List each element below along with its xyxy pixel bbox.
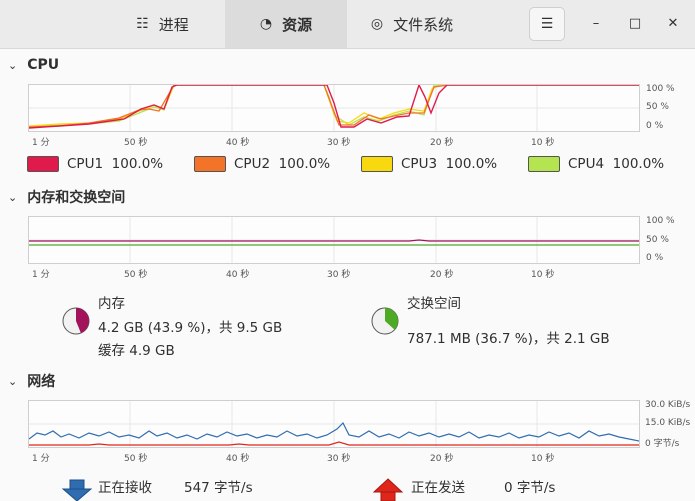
maximize-button[interactable]: □ xyxy=(624,12,646,34)
memory-x-tick: 30 秒 xyxy=(327,270,351,280)
memory-y-tick-0: 0 % xyxy=(646,253,664,263)
memory-x-tick: 20 秒 xyxy=(430,270,454,280)
tab-file-systems[interactable]: ◎ 文件系统 xyxy=(347,0,477,48)
network-title: 网络 xyxy=(27,374,56,390)
memory-graph xyxy=(28,216,640,264)
chevron-down-icon: ⌄ xyxy=(8,58,18,72)
cpu1-color-swatch[interactable] xyxy=(27,156,59,172)
cpu3-name: CPU3 xyxy=(401,156,438,172)
minimize-button[interactable]: – xyxy=(585,12,607,34)
chevron-down-icon: ⌄ xyxy=(8,374,18,388)
tab-processes[interactable]: ☷ 进程 xyxy=(100,0,225,48)
cpu-section-header[interactable]: ⌄ CPU xyxy=(8,57,59,73)
hamburger-icon: ☰ xyxy=(540,16,554,32)
list-icon: ☷ xyxy=(136,16,149,32)
cpu3-legend[interactable]: CPU3 100.0% xyxy=(361,156,497,172)
network-graph-svg xyxy=(28,401,640,447)
memory-graph-svg xyxy=(29,217,639,263)
disk-icon: ◎ xyxy=(370,16,384,32)
speedometer-icon: ◔ xyxy=(259,16,273,32)
cpu-graph xyxy=(28,83,640,132)
header-bar: ☷ 进程 ◔ 资源 ◎ 文件系统 ☰ – □ ✕ xyxy=(0,0,695,49)
network-y-tick-top: 30.0 KiB/s xyxy=(645,400,691,410)
cpu-x-tick: 40 秒 xyxy=(226,138,250,148)
network-y-tick-zero: 0 字节/s xyxy=(645,439,680,449)
cpu-y-tick-50: 50 % xyxy=(646,102,669,112)
receiving-value: 547 字节/s xyxy=(184,480,253,496)
network-x-tick: 50 秒 xyxy=(124,454,148,464)
memory-x-tick: 50 秒 xyxy=(124,270,148,280)
network-x-tick: 30 秒 xyxy=(327,454,351,464)
cpu-graph-svg xyxy=(28,83,639,131)
close-icon: ✕ xyxy=(667,15,679,31)
cpu2-value: 100.0% xyxy=(278,156,331,172)
cpu2-name: CPU2 xyxy=(234,156,271,172)
memory-label: 内存 xyxy=(98,296,125,312)
cpu3-color-swatch[interactable] xyxy=(361,156,393,172)
memory-cache: 缓存 4.9 GB xyxy=(98,343,175,359)
tab-resources[interactable]: ◔ 资源 xyxy=(225,0,347,48)
cpu4-legend[interactable]: CPU4 100.0% xyxy=(528,156,664,172)
upload-arrow-icon[interactable] xyxy=(373,478,403,501)
memory-section-header[interactable]: ⌄ 内存和交换空间 xyxy=(8,187,125,207)
memory-x-tick: 40 秒 xyxy=(226,270,250,280)
tab-label: 资源 xyxy=(282,15,313,34)
close-button[interactable]: ✕ xyxy=(662,12,684,34)
network-x-tick: 1 分 xyxy=(32,454,50,464)
cpu-y-tick-100: 100 % xyxy=(646,84,675,94)
network-section-header[interactable]: ⌄ 网络 xyxy=(8,371,55,391)
cpu-y-tick-0: 0 % xyxy=(646,121,664,131)
network-graph xyxy=(28,400,640,448)
network-x-tick: 40 秒 xyxy=(226,454,250,464)
download-arrow-icon[interactable] xyxy=(62,478,92,501)
cpu2-color-swatch[interactable] xyxy=(194,156,226,172)
cpu-x-tick: 1 分 xyxy=(32,138,50,148)
cpu1-value: 100.0% xyxy=(111,156,164,172)
cpu-x-tick: 30 秒 xyxy=(327,138,351,148)
sending-value: 0 字节/s xyxy=(504,480,556,496)
swap-label: 交换空间 xyxy=(407,296,461,312)
main-menu-button[interactable]: ☰ xyxy=(529,7,565,41)
network-x-tick: 10 秒 xyxy=(531,454,555,464)
cpu-title: CPU xyxy=(27,57,60,73)
network-x-tick: 20 秒 xyxy=(430,454,454,464)
cpu4-value: 100.0% xyxy=(612,156,665,172)
network-y-tick-mid: 15.0 KiB/s xyxy=(645,418,691,428)
receiving-label: 正在接收 xyxy=(98,480,152,496)
tab-label: 进程 xyxy=(158,15,189,34)
minimize-icon: – xyxy=(592,15,600,31)
chevron-down-icon: ⌄ xyxy=(8,190,18,204)
swap-usage: 787.1 MB (36.7 %)，共 2.1 GB xyxy=(407,331,610,347)
memory-y-tick-100: 100 % xyxy=(646,216,675,226)
memory-usage: 4.2 GB (43.9 %)，共 9.5 GB xyxy=(98,320,283,336)
tab-label: 文件系统 xyxy=(393,15,454,34)
maximize-icon: □ xyxy=(628,15,642,31)
cpu-x-tick: 10 秒 xyxy=(531,138,555,148)
cpu2-legend[interactable]: CPU2 100.0% xyxy=(194,156,330,172)
sending-label: 正在发送 xyxy=(411,480,465,496)
cpu4-color-swatch[interactable] xyxy=(528,156,560,172)
cpu-x-tick: 20 秒 xyxy=(430,138,454,148)
cpu1-name: CPU1 xyxy=(67,156,104,172)
memory-x-tick: 1 分 xyxy=(32,270,50,280)
memory-title: 内存和交换空间 xyxy=(27,190,126,206)
cpu4-name: CPU4 xyxy=(568,156,605,172)
memory-pie-chart[interactable] xyxy=(61,306,91,336)
memory-y-tick-50: 50 % xyxy=(646,235,669,245)
memory-x-tick: 10 秒 xyxy=(531,270,555,280)
cpu1-legend[interactable]: CPU1 100.0% xyxy=(27,156,163,172)
cpu-x-tick: 50 秒 xyxy=(124,138,148,148)
swap-pie-chart[interactable] xyxy=(370,306,400,336)
cpu3-value: 100.0% xyxy=(445,156,498,172)
